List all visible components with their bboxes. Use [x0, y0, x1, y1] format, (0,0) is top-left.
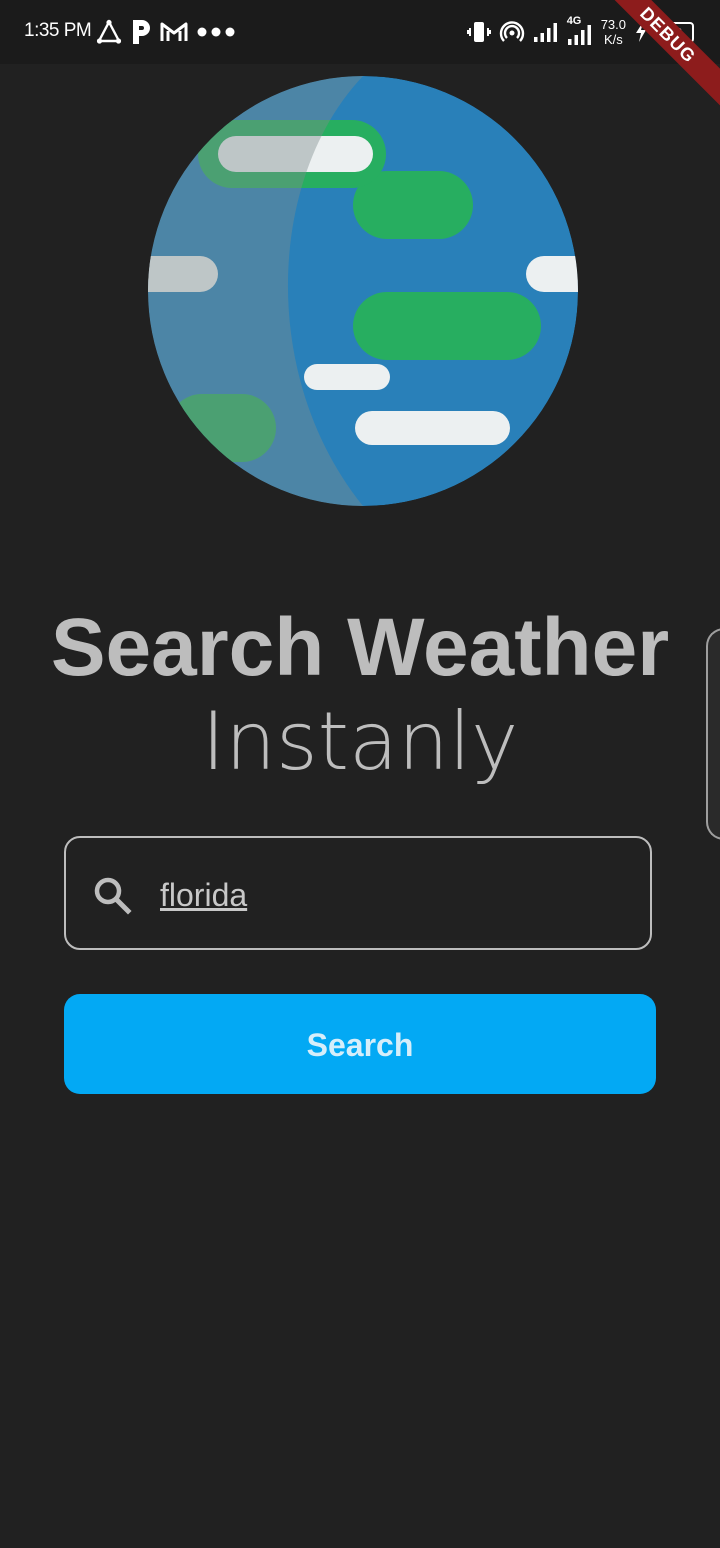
globe-illustration	[148, 76, 578, 506]
signal-4g: 4G	[567, 15, 593, 45]
status-time: 1:35 PM	[24, 20, 92, 41]
net-speed-value: 73.0	[600, 17, 626, 32]
search-icon	[94, 877, 132, 915]
net-speed-unit: K/s	[603, 32, 623, 47]
search-input[interactable]	[160, 868, 620, 922]
signal-icon	[567, 25, 591, 45]
p-app-icon	[133, 20, 150, 44]
status-left-icons	[96, 16, 236, 48]
triangle-share-icon	[96, 19, 122, 44]
hotspot-icon	[499, 21, 524, 42]
net-speed: 73.0 K/s	[601, 17, 626, 47]
status-bar: 1:35 PM 4G 73.0 K/s	[0, 0, 720, 64]
signal-icon	[533, 23, 557, 42]
search-button[interactable]: Search	[64, 994, 656, 1094]
more-dots-icon	[197, 27, 235, 37]
page-title: Search Weather	[50, 602, 670, 693]
gmail-icon	[160, 22, 188, 41]
page-subtitle: Instanly	[201, 695, 519, 788]
vibrate-icon	[466, 22, 491, 42]
search-field[interactable]	[64, 836, 652, 950]
side-edge-handle[interactable]	[706, 628, 720, 840]
